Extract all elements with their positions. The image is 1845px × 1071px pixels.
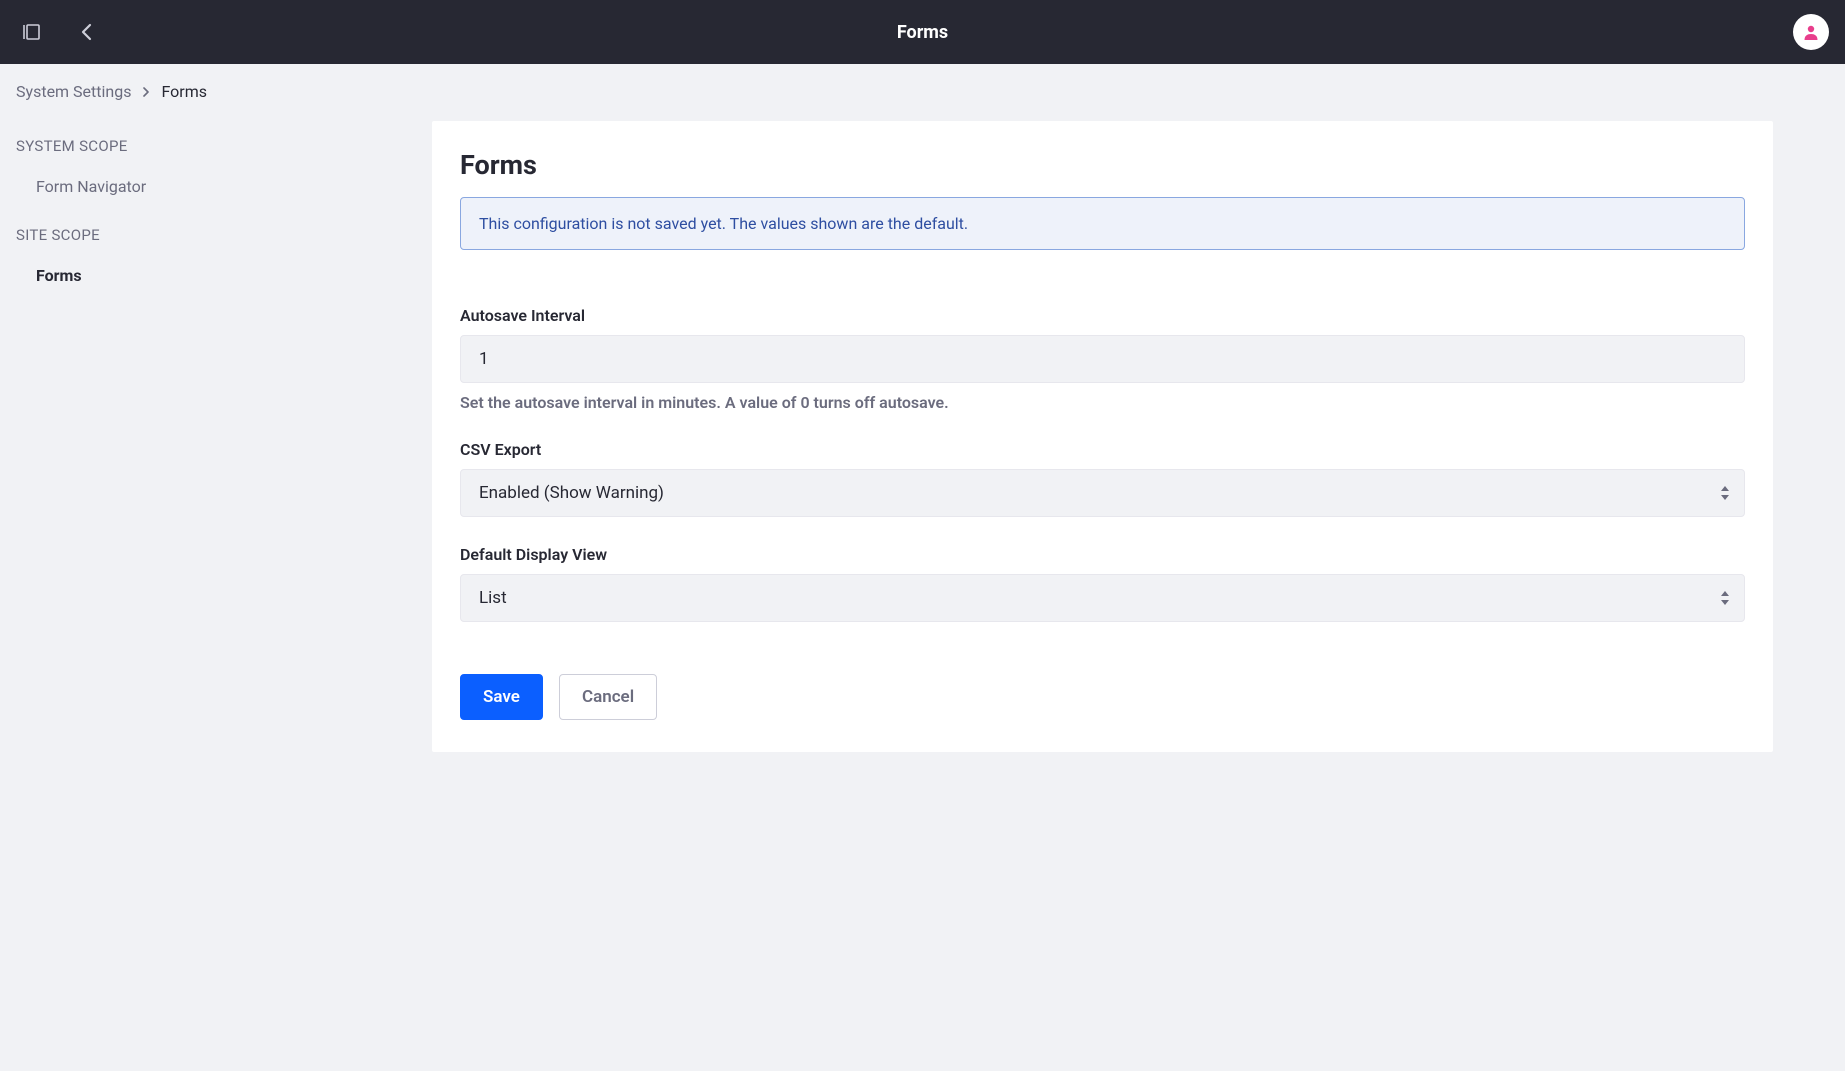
form-actions: Save Cancel [460,674,1745,720]
autosave-interval-input[interactable] [460,335,1745,383]
app-header: Forms [0,0,1845,64]
back-icon[interactable] [72,16,104,48]
header-right [1793,14,1829,50]
header-title: Forms [897,22,948,43]
csv-export-label: CSV Export [460,440,1745,459]
info-alert: This configuration is not saved yet. The… [460,197,1745,250]
default-display-view-label: Default Display View [460,545,1745,564]
sidebar-heading-system-scope: System Scope [16,137,416,155]
user-icon [1801,22,1821,42]
breadcrumb: System Settings Forms [0,64,1845,117]
sidebar-toggle-icon[interactable] [16,16,48,48]
main-layout: System Scope Form Navigator Site Scope F… [0,117,1845,776]
breadcrumb-parent[interactable]: System Settings [16,82,131,101]
default-display-view-select[interactable]: List [460,574,1745,622]
panel-title: Forms [460,149,1745,181]
autosave-interval-help: Set the autosave interval in minutes. A … [460,393,1745,412]
cancel-button[interactable]: Cancel [559,674,657,720]
sidebar: System Scope Form Navigator Site Scope F… [0,117,432,301]
user-avatar[interactable] [1793,14,1829,50]
default-display-view-group: Default Display View List [460,545,1745,622]
breadcrumb-current: Forms [161,82,207,101]
settings-panel: Forms This configuration is not saved ye… [432,121,1773,752]
sidebar-heading-site-scope: Site Scope [16,226,416,244]
autosave-interval-group: Autosave Interval Set the autosave inter… [460,306,1745,412]
chevron-right-icon [141,87,151,97]
csv-export-select[interactable]: Enabled (Show Warning) [460,469,1745,517]
csv-export-group: CSV Export Enabled (Show Warning) [460,440,1745,517]
autosave-interval-label: Autosave Interval [460,306,1745,325]
header-left [16,16,104,48]
save-button[interactable]: Save [460,674,543,720]
sidebar-item-forms[interactable]: Forms [16,260,416,291]
sidebar-item-form-navigator[interactable]: Form Navigator [16,171,416,202]
